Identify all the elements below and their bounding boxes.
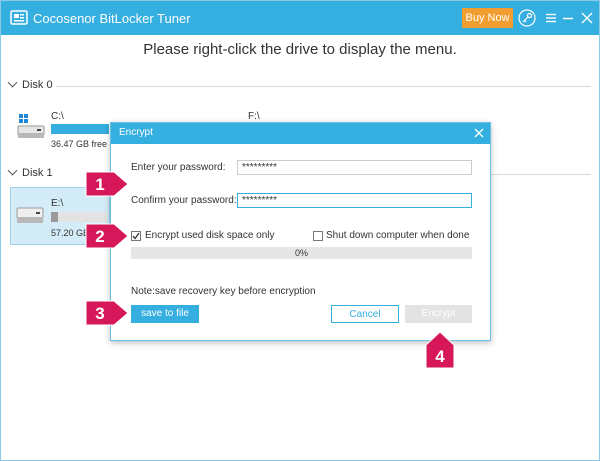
divider bbox=[491, 174, 591, 175]
instruction-text: Please right-click the drive to display … bbox=[143, 41, 457, 58]
app-logo-icon bbox=[10, 10, 28, 25]
app-window: Cocosenor BitLocker Tuner Buy Now Please… bbox=[0, 0, 600, 461]
drive-c-name: C:\ bbox=[51, 111, 64, 122]
drive-c-free-text: 36.47 GB free of bbox=[51, 139, 118, 149]
drive-e-name: E:\ bbox=[51, 198, 64, 209]
confirm-password-label: Confirm your password: bbox=[131, 195, 237, 206]
encrypt-used-space-label: Encrypt used disk space only bbox=[145, 230, 275, 241]
chevron-down-icon bbox=[7, 77, 18, 88]
password-label: Enter your password: bbox=[131, 162, 226, 173]
confirm-password-input[interactable]: ********* bbox=[237, 193, 472, 208]
progress-percent: 0% bbox=[294, 248, 308, 258]
disk-0-label: Disk 0 bbox=[22, 79, 53, 91]
encrypt-button[interactable]: Encrypt bbox=[405, 305, 472, 323]
password-input[interactable]: ********* bbox=[237, 160, 472, 175]
dialog-title: Encrypt bbox=[119, 127, 153, 138]
shutdown-checkbox[interactable] bbox=[313, 231, 323, 241]
menu-icon[interactable] bbox=[542, 9, 560, 27]
step-4-callout: 4 bbox=[425, 331, 455, 369]
removable-drive-icon bbox=[16, 207, 44, 223]
chevron-down-icon bbox=[7, 165, 18, 176]
encryption-progress-bar: 0% bbox=[131, 247, 472, 259]
step-3-callout: 3 bbox=[85, 300, 129, 326]
disk-1-header[interactable]: Disk 1 bbox=[7, 165, 53, 179]
windows-drive-icon bbox=[17, 114, 45, 138]
key-icon[interactable] bbox=[518, 9, 536, 27]
drive-f-name[interactable]: F:\ bbox=[248, 111, 260, 122]
drive-c-usage-bar bbox=[51, 124, 109, 134]
encrypt-used-space-checkbox[interactable] bbox=[131, 231, 141, 241]
title-bar: Cocosenor BitLocker Tuner Buy Now bbox=[1, 1, 599, 35]
save-to-file-button[interactable]: save to file bbox=[131, 305, 199, 323]
shutdown-label: Shut down computer when done bbox=[326, 230, 470, 241]
step-4-number: 4 bbox=[435, 347, 445, 366]
disk-0-header[interactable]: Disk 0 bbox=[7, 77, 53, 91]
recovery-note: Note:save recovery key before encryption bbox=[131, 286, 316, 297]
buy-now-button[interactable]: Buy Now bbox=[462, 8, 513, 28]
step-1-number: 1 bbox=[95, 175, 104, 194]
step-2-number: 2 bbox=[95, 227, 104, 246]
step-2-callout: 2 bbox=[85, 223, 129, 249]
minimize-icon[interactable] bbox=[559, 9, 577, 27]
app-title: Cocosenor BitLocker Tuner bbox=[33, 11, 191, 26]
dialog-title-bar: Encrypt bbox=[111, 123, 490, 144]
step-3-number: 3 bbox=[95, 304, 104, 323]
drive-e-usage-bar bbox=[51, 212, 107, 222]
cancel-button[interactable]: Cancel bbox=[331, 305, 399, 323]
step-1-callout: 1 bbox=[85, 171, 129, 197]
checkmark-icon bbox=[132, 232, 140, 240]
close-icon[interactable] bbox=[578, 9, 596, 27]
disk-1-label: Disk 1 bbox=[22, 167, 53, 179]
dialog-close-icon[interactable] bbox=[472, 126, 486, 140]
encrypt-dialog: Encrypt Enter your password: ********* C… bbox=[110, 122, 491, 341]
divider bbox=[56, 86, 591, 87]
